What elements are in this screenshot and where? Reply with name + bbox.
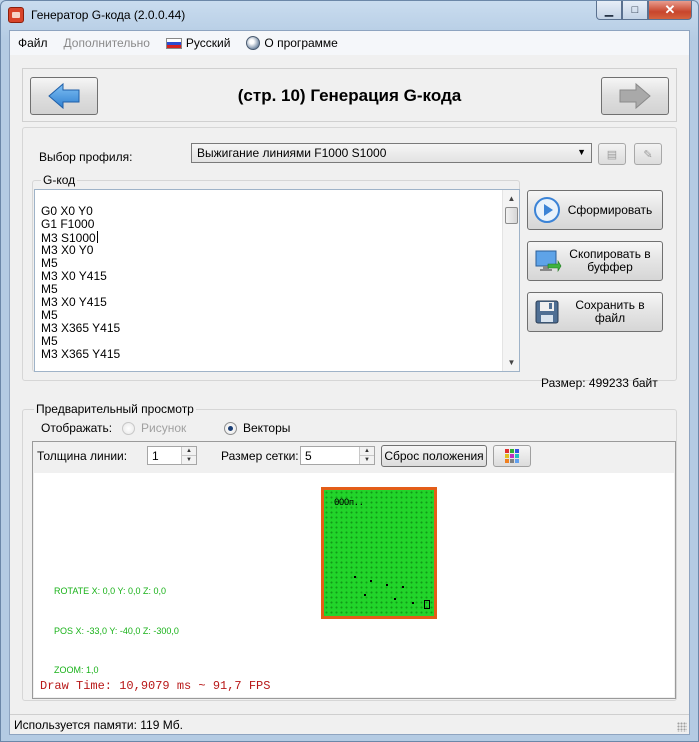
close-button[interactable]: ✕ bbox=[648, 1, 692, 20]
display-label: Отображать: bbox=[41, 421, 113, 435]
menu-language[interactable]: Русский bbox=[158, 36, 239, 50]
menu-about[interactable]: О программе bbox=[238, 36, 345, 50]
edit-document-icon: ✎ bbox=[643, 148, 653, 161]
memory-usage: Используется памяти: 119 Мб. bbox=[14, 718, 183, 732]
draw-time-readout: Draw Time: 10,9079 ms ~ 91,7 FPS bbox=[40, 679, 271, 693]
gcode-textarea[interactable]: G0 X0 Y0 G1 F1000 M3 S1000 M3 X0 Y0 M5 M3 X0 … bbox=[34, 189, 520, 372]
generate-label: Сформировать bbox=[567, 202, 653, 217]
output-size: Размер: 499233 байт bbox=[541, 376, 658, 390]
line-width-stepper[interactable]: 1 ▲ ▼ bbox=[147, 446, 197, 465]
scroll-thumb[interactable] bbox=[505, 207, 518, 224]
floppy-save-icon bbox=[531, 296, 563, 328]
spin-down-icon[interactable]: ▼ bbox=[360, 455, 374, 464]
vector-speck bbox=[370, 580, 372, 582]
play-circle-icon bbox=[531, 194, 563, 226]
menu-language-label: Русский bbox=[185, 36, 231, 50]
menu-file[interactable]: Файл bbox=[10, 36, 56, 50]
save-profile-button[interactable]: ▤ bbox=[598, 143, 626, 165]
preview-legend: Предварительный просмотр bbox=[34, 402, 196, 416]
line-width-label: Толщина линии: bbox=[37, 449, 128, 463]
resize-grip-icon[interactable] bbox=[677, 722, 687, 732]
page-title: (стр. 10) Генерация G-кода bbox=[237, 86, 462, 105]
radio-vectors-indicator bbox=[224, 421, 237, 435]
work-area: ΘOOп.. bbox=[321, 487, 437, 619]
position-readout: POS X: -33,0 Y: -40,0 Z: -300,0 bbox=[54, 626, 179, 636]
profile-select[interactable]: Выжигание линиями F1000 S1000 ▼ bbox=[191, 143, 592, 163]
gcode-legend: G-код bbox=[41, 173, 78, 187]
grid-size-spin-buttons[interactable]: ▲ ▼ bbox=[359, 447, 374, 464]
vector-speck bbox=[394, 598, 396, 600]
vector-shape bbox=[424, 600, 430, 609]
edit-profile-button[interactable]: ✎ bbox=[634, 143, 662, 165]
russian-flag-icon bbox=[165, 37, 182, 49]
scroll-down-icon[interactable]: ▼ bbox=[503, 354, 519, 371]
wizard-header: (стр. 10) Генерация G-кода bbox=[22, 68, 677, 122]
spin-up-icon[interactable]: ▲ bbox=[360, 447, 374, 455]
floppy-disk-icon: ▤ bbox=[606, 148, 618, 161]
client-area: Файл Дополнительно Русский О программе (… bbox=[9, 30, 690, 735]
next-button[interactable] bbox=[601, 77, 669, 115]
title-bar[interactable]: Генератор G-кода (2.0.0.44) ▁ □ ✕ bbox=[1, 1, 698, 29]
color-palette-icon bbox=[505, 449, 519, 463]
copy-button[interactable]: Скопировать в буффер bbox=[527, 241, 663, 281]
copy-label: Скопировать в буффер bbox=[569, 247, 651, 274]
reset-position-button[interactable]: Сброс положения bbox=[381, 445, 487, 467]
spin-up-icon[interactable]: ▲ bbox=[182, 447, 196, 455]
minimize-button[interactable]: ▁ bbox=[596, 1, 622, 20]
arrow-right-icon bbox=[619, 82, 651, 110]
status-bar: Используется памяти: 119 Мб. bbox=[10, 714, 689, 734]
generation-panel: Выбор профиля: Выжигание линиями F1000 S… bbox=[22, 127, 677, 390]
generate-button[interactable]: Сформировать bbox=[527, 190, 663, 230]
line-width-spin-buttons[interactable]: ▲ ▼ bbox=[181, 447, 196, 464]
grid-size-stepper[interactable]: 5 ▲ ▼ bbox=[300, 446, 375, 465]
menu-file-label: Файл bbox=[18, 36, 48, 50]
line-width-value: 1 bbox=[152, 449, 159, 463]
gcode-group: G-код G0 X0 Y0 G1 F1000 M3 S1000 M3 X0 Y0 M5… bbox=[32, 173, 520, 372]
profile-label: Выбор профиля: bbox=[39, 150, 133, 164]
vector-speck bbox=[386, 584, 388, 586]
chevron-down-icon: ▼ bbox=[577, 147, 586, 157]
save-file-label: Сохранить в файл bbox=[575, 298, 645, 325]
preview-viewport[interactable]: ΘOOп.. ROTATE X: 0,0 Y: 0,0 Z: 0,0 POS X… bbox=[34, 473, 674, 697]
menu-bar: Файл Дополнительно Русский О программе bbox=[10, 31, 689, 55]
vector-speck bbox=[412, 602, 414, 604]
text-caret bbox=[96, 231, 98, 243]
gcode-line: M3 X365 Y415 bbox=[41, 347, 121, 361]
radio-picture-indicator bbox=[122, 421, 135, 435]
menu-about-label: О программе bbox=[264, 36, 338, 50]
profile-selected-value: Выжигание линиями F1000 S1000 bbox=[197, 146, 387, 160]
radio-picture[interactable]: Рисунок bbox=[122, 421, 186, 435]
zoom-readout: ZOOM: 1,0 bbox=[54, 665, 99, 675]
color-palette-button[interactable] bbox=[493, 445, 531, 467]
radio-vectors-label: Векторы bbox=[243, 421, 291, 435]
app-logo-icon bbox=[8, 7, 24, 23]
preview-frame: Толщина линии: 1 ▲ ▼ Размер сетки: 5 ▲ ▼… bbox=[32, 441, 676, 699]
work-area-marks: ΘOOп.. bbox=[334, 498, 364, 508]
rotate-readout: ROTATE X: 0,0 Y: 0,0 Z: 0,0 bbox=[54, 586, 167, 596]
maximize-button[interactable]: □ bbox=[622, 1, 648, 20]
vector-speck bbox=[354, 576, 356, 578]
gcode-scrollbar[interactable]: ▲ ▼ bbox=[502, 190, 519, 371]
radio-vectors[interactable]: Векторы bbox=[224, 421, 290, 435]
spin-down-icon[interactable]: ▼ bbox=[182, 455, 196, 464]
copy-to-clipboard-icon bbox=[531, 245, 563, 277]
window-controls: ▁ □ ✕ bbox=[596, 1, 692, 20]
grid-size-label: Размер сетки: bbox=[221, 449, 299, 463]
grid-size-value: 5 bbox=[305, 449, 312, 463]
menu-additional[interactable]: Дополнительно bbox=[56, 36, 158, 50]
radio-picture-label: Рисунок bbox=[141, 421, 187, 435]
gcode-line: G1 F1000 bbox=[41, 217, 95, 231]
scroll-up-icon[interactable]: ▲ bbox=[503, 190, 519, 207]
menu-additional-label: Дополнительно bbox=[63, 36, 150, 50]
vector-speck bbox=[402, 586, 404, 588]
about-globe-icon bbox=[246, 36, 261, 50]
vector-speck bbox=[364, 594, 366, 596]
window-title: Генератор G-кода (2.0.0.44) bbox=[31, 8, 186, 22]
save-file-button[interactable]: Сохранить в файл bbox=[527, 292, 663, 332]
app-window: Генератор G-кода (2.0.0.44) ▁ □ ✕ Файл Д… bbox=[0, 0, 699, 742]
